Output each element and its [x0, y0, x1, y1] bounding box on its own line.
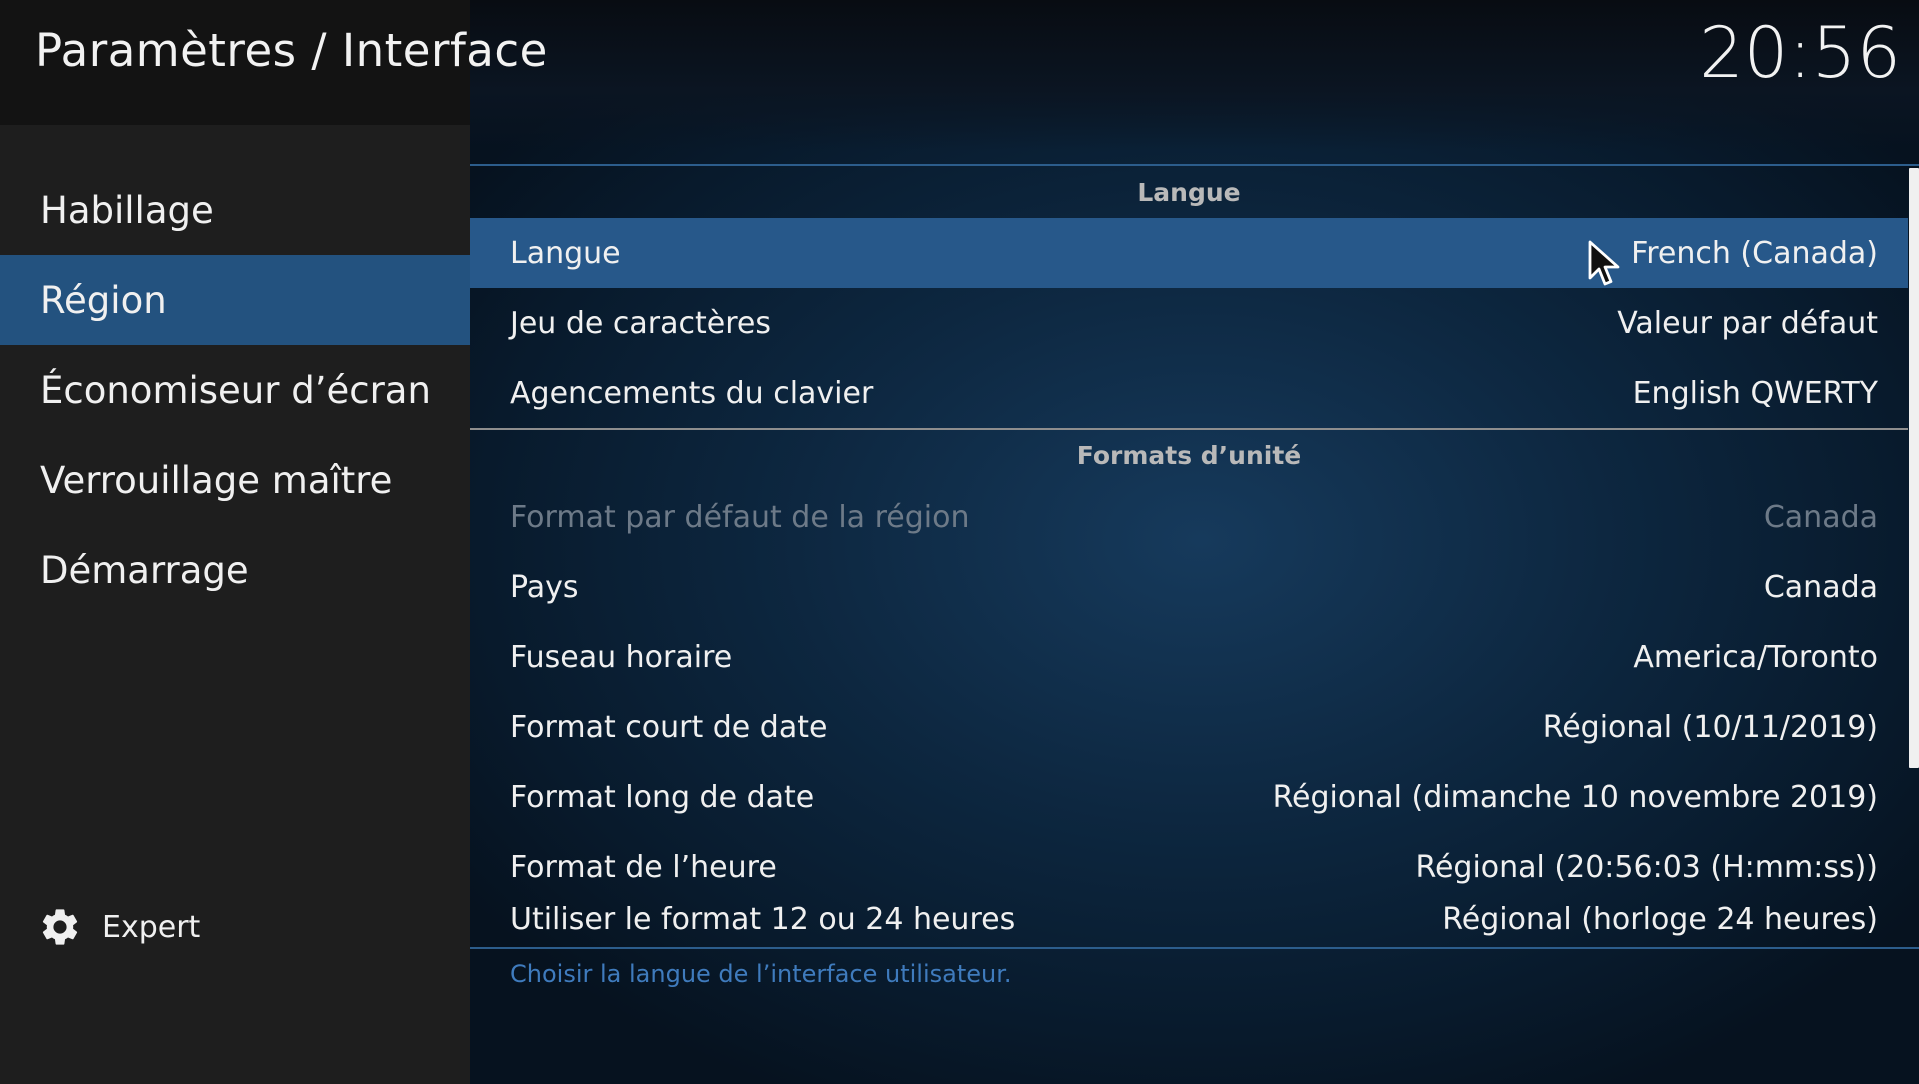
setting-value: Régional (10/11/2019)	[1542, 709, 1878, 745]
sidebar-item-region[interactable]: Région	[0, 255, 470, 345]
section-header-langue: Langue	[1137, 178, 1241, 207]
section-divider	[470, 428, 1908, 430]
gear-icon	[42, 909, 78, 945]
setting-value: Régional (horloge 24 heures)	[1442, 902, 1878, 937]
sidebar-item-economiseur[interactable]: Économiseur d’écran	[0, 345, 470, 435]
section-header-formats: Formats d’unité	[1076, 441, 1302, 470]
setting-row-clavier[interactable]: Agencements du clavier English QWERTY	[470, 358, 1908, 428]
setting-label: Agencements du clavier	[510, 375, 874, 411]
setting-row-langue[interactable]: Langue French (Canada)	[470, 218, 1908, 288]
sidebar-item-label: Démarrage	[40, 548, 249, 592]
setting-row-date-courte[interactable]: Format court de date Régional (10/11/201…	[470, 692, 1908, 762]
setting-value: Valeur par défaut	[1617, 305, 1878, 341]
sidebar: Habillage Région Économiseur d’écran Ver…	[0, 0, 470, 1084]
expert-label: Expert	[102, 909, 201, 945]
setting-label: Format court de date	[510, 709, 828, 745]
setting-label: Utiliser le format 12 ou 24 heures	[510, 902, 1016, 937]
sidebar-item-label: Économiseur d’écran	[40, 368, 431, 412]
setting-value: Régional (20:56:03 (H:mm:ss))	[1415, 849, 1878, 885]
setting-label: Format par défaut de la région	[510, 499, 970, 535]
setting-value: French (Canada)	[1631, 235, 1878, 271]
setting-row-format-region: Format par défaut de la région Canada	[470, 482, 1908, 552]
setting-value: Canada	[1763, 569, 1878, 605]
setting-row-date-longue[interactable]: Format long de date Régional (dimanche 1…	[470, 762, 1908, 832]
setting-label: Jeu de caractères	[510, 305, 771, 341]
setting-description: Choisir la langue de l’interface utilisa…	[510, 960, 1012, 988]
setting-value: Canada	[1763, 499, 1878, 535]
sidebar-item-demarrage[interactable]: Démarrage	[0, 525, 470, 615]
sidebar-item-label: Région	[40, 278, 167, 322]
mouse-cursor-icon	[1588, 240, 1620, 286]
setting-value: English QWERTY	[1632, 375, 1878, 411]
setting-row-12-24-heures[interactable]: Utiliser le format 12 ou 24 heures Régio…	[470, 890, 1908, 948]
sidebar-item-verrouillage[interactable]: Verrouillage maître	[0, 435, 470, 525]
setting-value: Régional (dimanche 10 novembre 2019)	[1272, 779, 1878, 815]
setting-label: Fuseau horaire	[510, 639, 733, 675]
clock: 20:56	[1699, 12, 1901, 94]
page-title: Paramètres / Interface	[35, 24, 548, 77]
expert-level-button[interactable]: Expert	[38, 905, 200, 949]
setting-label: Langue	[510, 235, 621, 271]
sidebar-item-habillage[interactable]: Habillage	[0, 165, 470, 255]
sidebar-item-label: Verrouillage maître	[40, 458, 393, 502]
panel-bottom-border	[470, 947, 1919, 949]
sidebar-item-label: Habillage	[40, 188, 214, 232]
setting-value: America/Toronto	[1633, 639, 1878, 675]
scrollbar[interactable]	[1909, 168, 1919, 768]
setting-row-fuseau[interactable]: Fuseau horaire America/Toronto	[470, 622, 1908, 692]
setting-label: Pays	[510, 569, 579, 605]
setting-row-pays[interactable]: Pays Canada	[470, 552, 1908, 622]
setting-row-jeu-caracteres[interactable]: Jeu de caractères Valeur par défaut	[470, 288, 1908, 358]
panel-top-border	[470, 164, 1919, 166]
setting-label: Format long de date	[510, 779, 815, 815]
setting-label: Format de l’heure	[510, 849, 777, 885]
